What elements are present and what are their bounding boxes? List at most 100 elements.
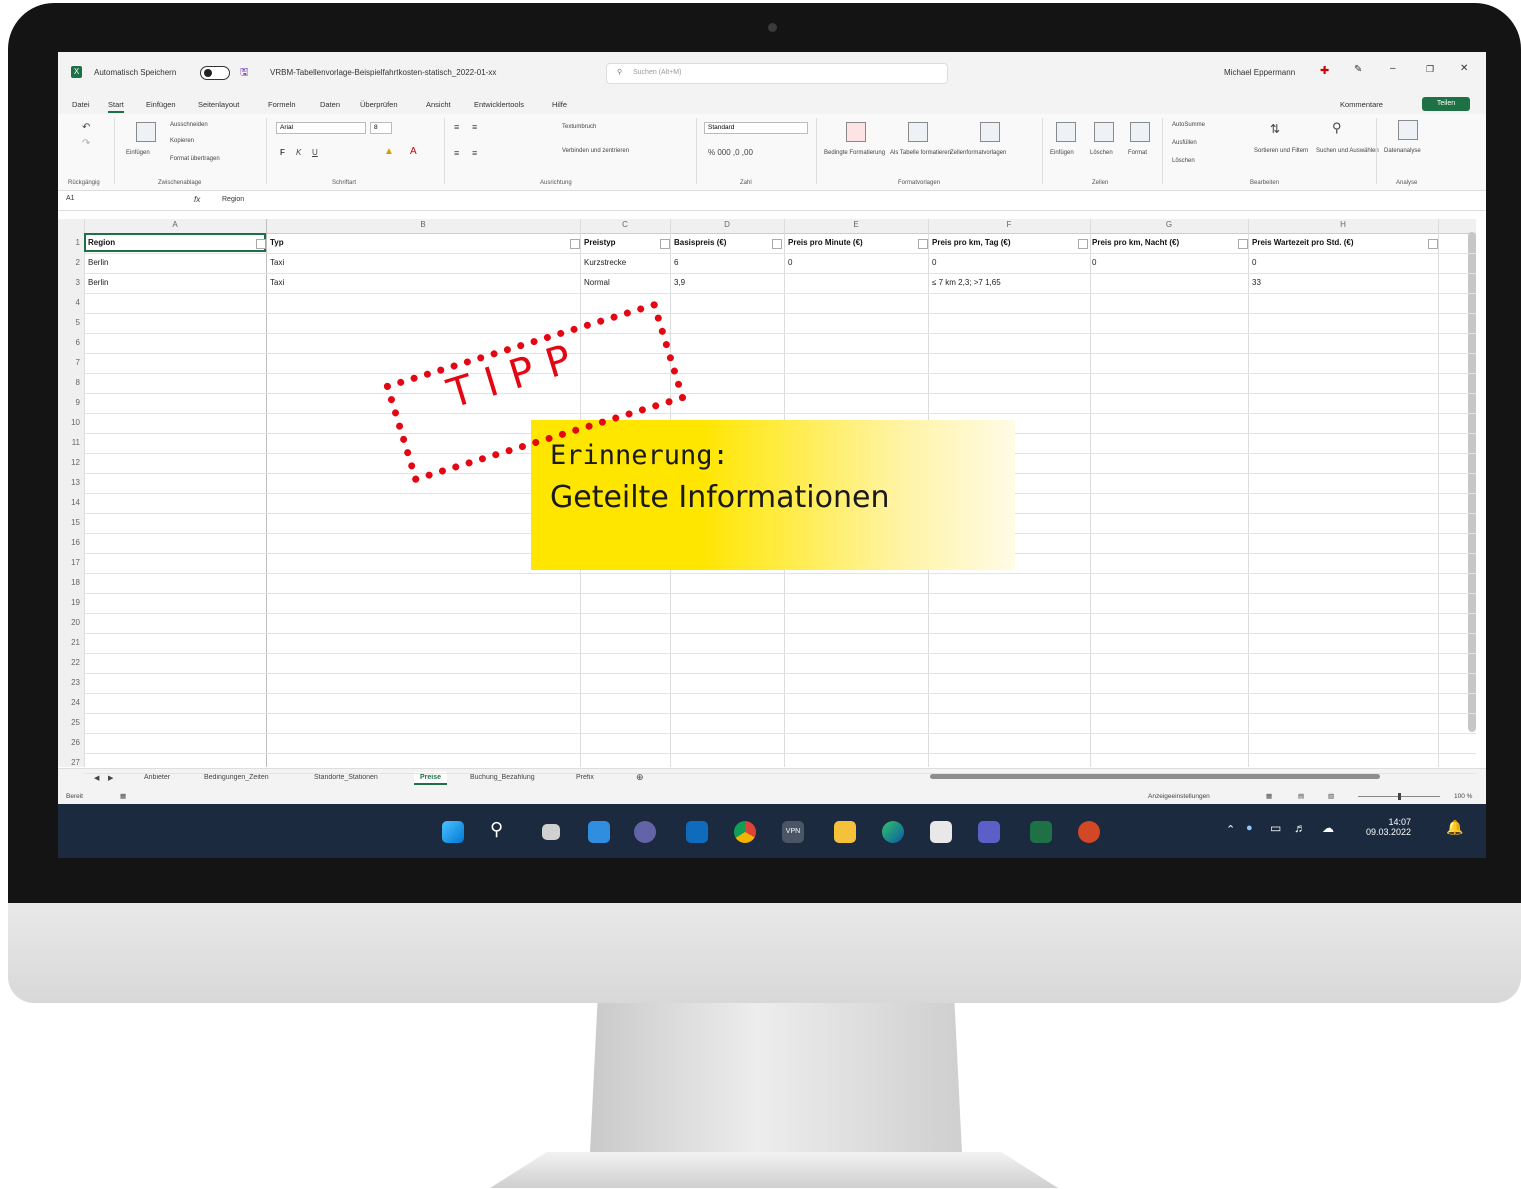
row-number[interactable]: 1 bbox=[58, 238, 80, 247]
cell-d2[interactable]: 6 bbox=[674, 258, 678, 267]
excel-taskbar-icon[interactable] bbox=[1030, 821, 1052, 843]
col-header-h[interactable]: H bbox=[1248, 220, 1438, 229]
col-header-b[interactable]: B bbox=[266, 220, 580, 229]
number-format-select[interactable]: Standard bbox=[704, 122, 808, 134]
filter-dropdown-icon[interactable] bbox=[772, 239, 782, 249]
italic-icon[interactable]: K bbox=[296, 148, 301, 157]
cell-h3[interactable]: 33 bbox=[1252, 278, 1261, 287]
windows-start-icon[interactable] bbox=[442, 821, 464, 843]
cut-button[interactable]: Ausschneiden bbox=[170, 122, 208, 128]
edge-icon[interactable] bbox=[882, 821, 904, 843]
cell-a3[interactable]: Berlin bbox=[88, 278, 108, 287]
col-header-a[interactable]: A bbox=[84, 220, 266, 229]
save-icon[interactable]: 🖫 bbox=[240, 65, 249, 82]
row-number[interactable]: 7 bbox=[58, 358, 80, 367]
tab-next-icon[interactable]: ▶ bbox=[108, 774, 113, 782]
menu-hilfe[interactable]: Hilfe bbox=[552, 100, 567, 109]
row-number[interactable]: 25 bbox=[58, 718, 80, 727]
col-header-g[interactable]: G bbox=[1090, 220, 1248, 229]
data-analysis-icon[interactable] bbox=[1398, 120, 1418, 140]
row-number[interactable]: 21 bbox=[58, 638, 80, 647]
row-number[interactable]: 16 bbox=[58, 538, 80, 547]
row-number[interactable]: 13 bbox=[58, 478, 80, 487]
row-number[interactable]: 15 bbox=[58, 518, 80, 527]
undo-icon[interactable]: ↶ bbox=[82, 122, 90, 133]
vpn-icon[interactable]: VPN bbox=[782, 821, 804, 843]
menu-datei[interactable]: Datei bbox=[72, 100, 90, 109]
chrome-icon[interactable] bbox=[734, 821, 756, 843]
insert-cells-icon[interactable] bbox=[1056, 122, 1076, 142]
cell-styles-button[interactable]: Zellenformatvorlagen bbox=[950, 150, 1006, 156]
row-number[interactable]: 14 bbox=[58, 498, 80, 507]
header-cell-b[interactable]: Typ bbox=[270, 238, 284, 247]
row-number[interactable]: 8 bbox=[58, 378, 80, 387]
fx-icon[interactable]: fx bbox=[194, 195, 200, 204]
row-number[interactable]: 23 bbox=[58, 678, 80, 687]
menu-einfuegen[interactable]: Einfügen bbox=[146, 100, 176, 109]
comments-button[interactable]: Kommentare bbox=[1340, 100, 1383, 109]
autosum-button[interactable]: AutoSumme bbox=[1172, 122, 1205, 128]
tab-buchung-bezahlung[interactable]: Buchung_Bezahlung bbox=[470, 774, 535, 781]
tab-anbieter[interactable]: Anbieter bbox=[144, 774, 170, 781]
conditional-format-button[interactable]: Bedingte Formatierung bbox=[824, 150, 885, 156]
header-cell-h[interactable]: Preis Wartezeit pro Std. (€) bbox=[1252, 238, 1354, 247]
cell-f2[interactable]: 0 bbox=[932, 258, 936, 267]
display-settings-button[interactable]: Anzeigeeinstellungen bbox=[1148, 793, 1210, 800]
percent-icon[interactable]: % 000 ,0 ,00 bbox=[708, 148, 753, 157]
menu-seitenlayout[interactable]: Seitenlayout bbox=[198, 100, 239, 109]
taskbar-clock[interactable]: 14:07 09.03.2022 bbox=[1366, 817, 1411, 837]
delete-cells-icon[interactable] bbox=[1094, 122, 1114, 142]
file-explorer-icon[interactable] bbox=[834, 821, 856, 843]
menu-ueberpruefen[interactable]: Überprüfen bbox=[360, 100, 398, 109]
page-layout-icon[interactable]: ▤ bbox=[1298, 792, 1304, 800]
filter-dropdown-icon[interactable] bbox=[1078, 239, 1088, 249]
autosave-toggle[interactable] bbox=[200, 66, 230, 80]
format-cells-icon[interactable] bbox=[1130, 122, 1150, 142]
teams-icon[interactable] bbox=[978, 821, 1000, 843]
tray-app-icon[interactable]: ● bbox=[1246, 822, 1253, 834]
insert-cells-button[interactable]: Einfügen bbox=[1050, 150, 1074, 156]
cell-c3[interactable]: Normal bbox=[584, 278, 610, 287]
search-input[interactable]: ⚲ Suchen (Alt+M) bbox=[606, 63, 948, 84]
cell-d3[interactable]: 3,9 bbox=[674, 278, 685, 287]
cell-b2[interactable]: Taxi bbox=[270, 258, 284, 267]
align-left-icon[interactable]: ≡ bbox=[454, 148, 459, 158]
formula-input[interactable]: Region bbox=[222, 196, 244, 203]
row-number[interactable]: 12 bbox=[58, 458, 80, 467]
col-header-f[interactable]: F bbox=[928, 220, 1090, 229]
network-icon[interactable]: ☁ bbox=[1322, 821, 1334, 835]
align-middle-icon[interactable]: ≡ bbox=[472, 122, 477, 132]
row-number[interactable]: 20 bbox=[58, 618, 80, 627]
filter-dropdown-icon[interactable] bbox=[918, 239, 928, 249]
font-size-select[interactable]: 8 bbox=[370, 122, 392, 134]
row-number[interactable]: 10 bbox=[58, 418, 80, 427]
menu-ansicht[interactable]: Ansicht bbox=[426, 100, 451, 109]
menu-formeln[interactable]: Formeln bbox=[268, 100, 296, 109]
display-icon[interactable]: ▭ bbox=[1270, 821, 1281, 835]
filter-dropdown-icon[interactable] bbox=[1428, 239, 1438, 249]
paste-icon[interactable] bbox=[136, 122, 156, 142]
macro-record-icon[interactable]: ▦ bbox=[120, 792, 126, 800]
fill-button[interactable]: Ausfüllen bbox=[1172, 140, 1197, 146]
tab-prev-icon[interactable]: ◀ bbox=[94, 774, 99, 782]
vertical-scrollbar[interactable] bbox=[1468, 232, 1476, 732]
notepad-icon[interactable] bbox=[930, 821, 952, 843]
paste-label[interactable]: Einfügen bbox=[126, 150, 150, 156]
filter-dropdown-icon[interactable] bbox=[1238, 239, 1248, 249]
delete-cells-button[interactable]: Löschen bbox=[1090, 150, 1113, 156]
col-header-c[interactable]: C bbox=[580, 220, 670, 229]
header-cell-g[interactable]: Preis pro km, Nacht (€) bbox=[1092, 238, 1179, 247]
find-icon[interactable]: ⚲ bbox=[1332, 120, 1342, 136]
row-number[interactable]: 18 bbox=[58, 578, 80, 587]
restore-icon[interactable]: ❐ bbox=[1426, 64, 1434, 75]
task-view-icon[interactable] bbox=[542, 824, 560, 840]
name-box[interactable]: A1 bbox=[66, 195, 136, 206]
row-number[interactable]: 11 bbox=[58, 438, 80, 447]
header-cell-a[interactable]: Region bbox=[88, 238, 115, 247]
find-select-button[interactable]: Suchen und Auswählen bbox=[1316, 148, 1379, 154]
row-number[interactable]: 2 bbox=[58, 258, 80, 267]
cell-g2[interactable]: 0 bbox=[1092, 258, 1096, 267]
page-break-icon[interactable]: ▧ bbox=[1328, 792, 1334, 800]
merge-center-button[interactable]: Verbinden und zentrieren bbox=[562, 148, 629, 154]
tray-chevron-icon[interactable]: ⌃ bbox=[1226, 823, 1235, 836]
